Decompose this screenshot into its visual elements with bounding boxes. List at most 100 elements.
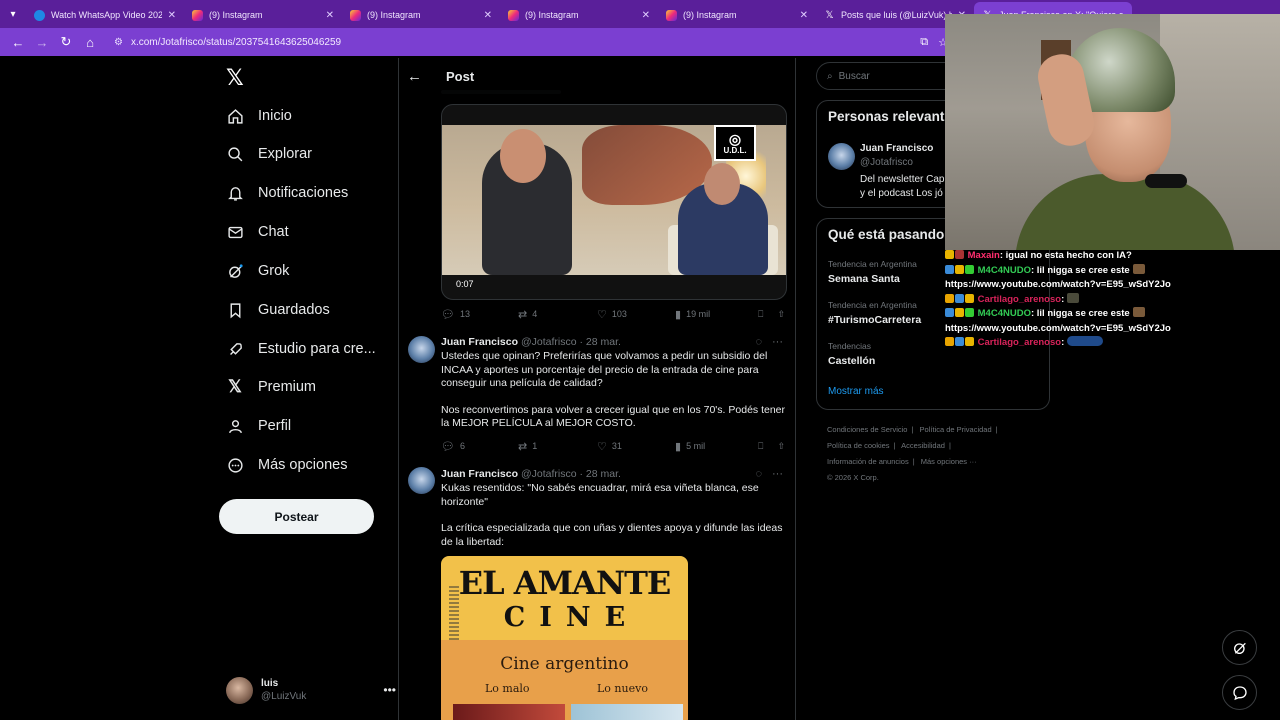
nav-item-mas-opciones[interactable]: Más opciones bbox=[226, 450, 347, 480]
nav-item-explorar[interactable]: Explorar bbox=[226, 139, 312, 169]
instagram-icon bbox=[192, 9, 203, 21]
tab-title: (9) Instagram bbox=[683, 10, 737, 20]
tweet-image[interactable]: EL AMANTE CINE Cine argentino Lo malo Lo… bbox=[441, 556, 688, 720]
grok-icon[interactable]: ◌ bbox=[755, 468, 762, 480]
x-icon: 𝕏 bbox=[228, 377, 242, 396]
footer-link[interactable]: Política de cookies bbox=[827, 441, 890, 450]
channel-logo: ◎ U.D.L. bbox=[714, 125, 756, 161]
chat-badge-icon bbox=[945, 337, 954, 346]
nav-item-inicio[interactable]: Inicio bbox=[226, 101, 292, 131]
tab-close-icon[interactable]: ✕ bbox=[168, 10, 176, 21]
forward-arrow-icon[interactable]: → bbox=[30, 30, 54, 54]
author-name[interactable]: Juan Francisco bbox=[441, 336, 518, 348]
repost-button[interactable]: ⇄ 1 bbox=[518, 440, 597, 453]
browser-tab[interactable]: (9) Instagram ✕ bbox=[658, 2, 816, 28]
footer-links: Condiciones de Servicio | Política de Pri… bbox=[827, 422, 1027, 486]
tweet-header: Juan Francisco @Jotafrisco · 28 mar. bbox=[441, 336, 621, 348]
instagram-icon bbox=[508, 9, 519, 21]
tweet-date[interactable]: · 28 mar. bbox=[579, 468, 620, 480]
back-arrow-icon[interactable]: ← bbox=[407, 68, 437, 85]
browser-tab[interactable]: (9) Instagram ✕ bbox=[184, 2, 342, 28]
footer-link[interactable]: Más opciones ··· bbox=[921, 457, 977, 466]
tab-title: (9) Instagram bbox=[367, 10, 421, 20]
nav-item-notificaciones[interactable]: Notificaciones bbox=[226, 178, 348, 208]
nav-item-guardados[interactable]: Guardados bbox=[226, 295, 330, 325]
share-icon[interactable]: ⇧ bbox=[777, 441, 785, 452]
more-dots-icon[interactable]: ··· bbox=[772, 468, 783, 480]
video-timestamp: 0:07 bbox=[456, 279, 474, 289]
tweet-date[interactable]: · 28 mar. bbox=[579, 336, 620, 348]
author-handle[interactable]: @Jotafrisco bbox=[521, 468, 577, 480]
chat-badge-icon bbox=[945, 250, 954, 259]
like-button[interactable]: ♡ 31 bbox=[597, 440, 675, 453]
grok-icon[interactable]: ◌ bbox=[755, 336, 762, 348]
chat-badge-icon bbox=[945, 264, 954, 274]
nav-label: Perfil bbox=[258, 418, 292, 434]
bookmark-icon[interactable]: ⎕ bbox=[758, 441, 763, 452]
post-button[interactable]: Postear bbox=[219, 499, 374, 534]
grok-icon bbox=[226, 262, 244, 280]
reply-button[interactable]: 💬︎ 13 bbox=[441, 308, 518, 321]
copyright: © 2026 X Corp. bbox=[827, 473, 879, 482]
back-arrow-icon[interactable]: ← bbox=[6, 30, 30, 54]
nav-item-chat[interactable]: Chat bbox=[226, 217, 289, 247]
x-logo-icon[interactable]: 𝕏 bbox=[226, 66, 244, 91]
views-button[interactable]: ▮ 5 mil bbox=[675, 440, 705, 453]
author-name[interactable]: Juan Francisco bbox=[441, 468, 518, 480]
site-info-icon[interactable]: ⚙ bbox=[114, 37, 123, 48]
nav-item-premium[interactable]: 𝕏 Premium bbox=[226, 372, 316, 402]
nav-label: Estudio para cre... bbox=[258, 341, 376, 357]
show-more-link[interactable]: Mostrar más bbox=[828, 386, 884, 397]
bookmark-icon[interactable]: ⎕ bbox=[758, 309, 763, 320]
reply-button[interactable]: 💬︎ 6 bbox=[441, 440, 518, 453]
browser-tab[interactable]: Watch WhatsApp Video 2026-0 ✕ bbox=[26, 2, 184, 28]
footer-sep: | bbox=[893, 441, 896, 450]
nav-item-grok[interactable]: Grok bbox=[226, 256, 289, 286]
account-switcher[interactable]: luis @LuizVuk ••• bbox=[226, 674, 396, 706]
footer-link[interactable]: Accesibilidad bbox=[901, 441, 945, 450]
rocket-icon bbox=[226, 340, 244, 358]
grok-icon bbox=[1233, 642, 1246, 654]
repost-button[interactable]: ⇄ 4 bbox=[518, 308, 597, 321]
footer-link[interactable]: Información de anuncios bbox=[827, 457, 909, 466]
reload-icon[interactable]: ↻ bbox=[54, 30, 78, 54]
tab-close-icon[interactable]: ✕ bbox=[642, 10, 650, 21]
trend-item[interactable]: Tendencia en Argentina #TurismoCarretera bbox=[828, 300, 921, 326]
trend-item[interactable]: Tendencias Castellón bbox=[828, 341, 875, 367]
reply-tweet[interactable]: Juan Francisco @Jotafrisco · 28 mar. ◌ ··… bbox=[399, 461, 795, 556]
person-icon bbox=[226, 417, 244, 435]
tab-close-icon[interactable]: ✕ bbox=[484, 10, 492, 21]
tab-close-icon[interactable]: ✕ bbox=[326, 10, 334, 21]
chat-username: M4C4NUDO bbox=[977, 308, 1031, 319]
chat-message: M4C4NUDO: lil nigga se cree este bbox=[945, 307, 1280, 322]
share-icon[interactable]: ⇧ bbox=[777, 309, 785, 320]
nav-item-estudio[interactable]: Estudio para cre... bbox=[226, 334, 376, 364]
messages-fab-button[interactable] bbox=[1222, 675, 1257, 710]
browser-tab[interactable]: (9) Instagram ✕ bbox=[342, 2, 500, 28]
chat-badge-icon bbox=[965, 293, 974, 303]
grok-fab-button[interactable] bbox=[1222, 630, 1257, 665]
chat-text: : bbox=[1061, 293, 1065, 305]
video-player[interactable]: ◎ U.D.L. 0:07 bbox=[441, 104, 787, 300]
home-icon[interactable]: ⌂ bbox=[78, 30, 102, 54]
tweet-text: Ustedes que opinan? Preferirías que volv… bbox=[441, 350, 787, 444]
chat-message: Maxain: igual no esta hecho con IA? bbox=[945, 249, 1280, 264]
footer-link[interactable]: Política de Privacidad bbox=[920, 425, 992, 434]
install-app-icon[interactable]: ⧉ bbox=[920, 36, 928, 49]
tab-list-menu-button[interactable]: ▾ bbox=[0, 0, 26, 28]
more-dots-icon[interactable]: ··· bbox=[772, 336, 783, 348]
views-button[interactable]: ▮ 19 mil bbox=[675, 308, 710, 321]
poster-lower: Cine argentino Lo malo Lo nuevo bbox=[441, 640, 688, 720]
nav-item-perfil[interactable]: Perfil bbox=[226, 411, 291, 441]
poster-title: EL AMANTE bbox=[458, 564, 672, 602]
chat-link: https://www.youtube.com/watch?v=E95_wSdY… bbox=[945, 279, 1171, 290]
footer-link[interactable]: Condiciones de Servicio bbox=[827, 425, 907, 434]
repost-count: 1 bbox=[532, 441, 538, 451]
author-handle[interactable]: @Jotafrisco bbox=[521, 336, 577, 348]
trend-item[interactable]: Tendencia en Argentina Semana Santa bbox=[828, 259, 917, 285]
tab-close-icon[interactable]: ✕ bbox=[800, 10, 808, 21]
more-dots-icon[interactable]: ••• bbox=[383, 683, 396, 697]
url-field[interactable]: ⚙ x.com/Jotafrisco/status/20375416436250… bbox=[108, 31, 948, 53]
like-button[interactable]: ♡ 103 bbox=[597, 308, 675, 321]
browser-tab[interactable]: (9) Instagram ✕ bbox=[500, 2, 658, 28]
